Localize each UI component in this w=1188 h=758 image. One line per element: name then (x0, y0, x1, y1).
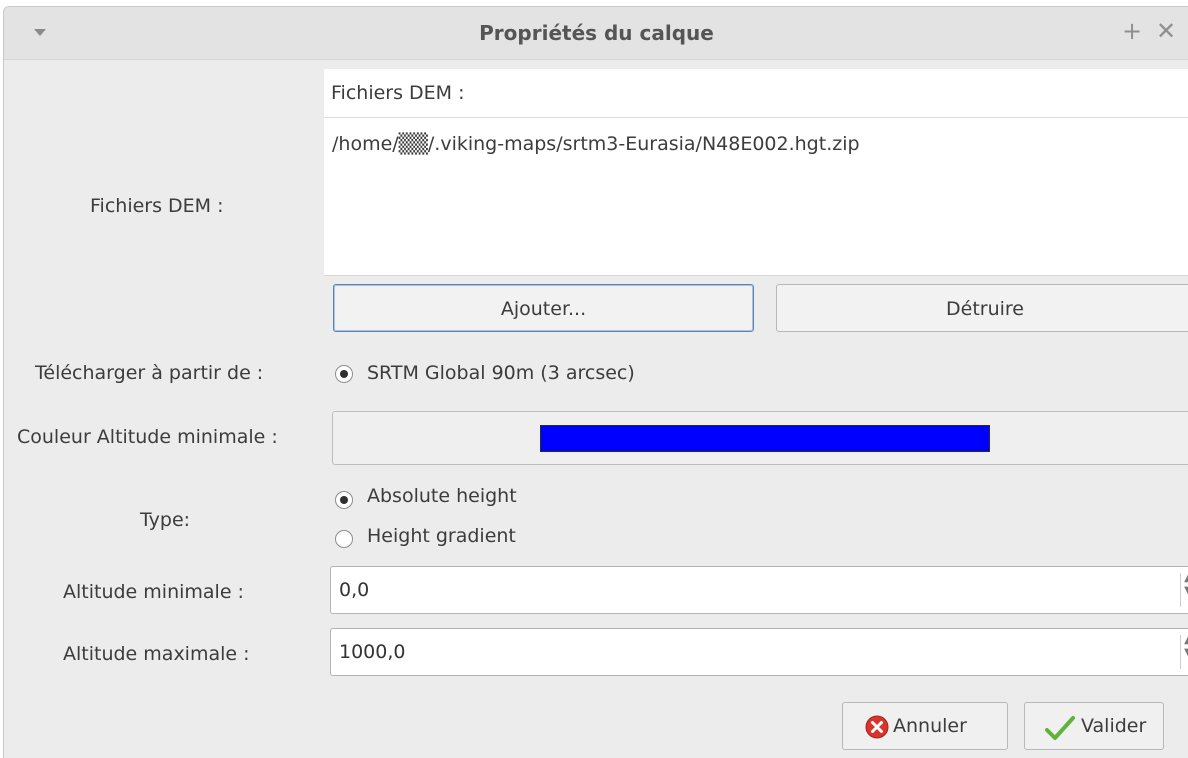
srtm-option-label[interactable]: SRTM Global 90m (3 arcsec) (367, 362, 635, 384)
dem-list-header[interactable]: Fichiers DEM : (324, 69, 1188, 118)
title-bar: Propriétés du calque + ✕ (4, 7, 1188, 60)
color-swatch (540, 425, 990, 452)
alt-max-input[interactable] (339, 629, 1159, 675)
alt-max-label: Altitude maximale : (63, 643, 250, 665)
alt-min-input[interactable] (339, 567, 1159, 613)
min-color-label: Couleur Altitude minimale : (17, 426, 278, 448)
close-icon[interactable]: ✕ (1156, 19, 1176, 43)
delete-button[interactable]: Détruire (776, 284, 1188, 332)
dem-list-item[interactable]: /home/▒▒/.viking-maps/srtm3-Eurasia/N48E… (332, 133, 860, 155)
dem-list-header-label: Fichiers DEM : (331, 82, 465, 104)
height-gradient-label[interactable]: Height gradient (367, 525, 516, 547)
cancel-label: Annuler (893, 715, 967, 737)
alt-min-spinbutton[interactable]: ▲▼ (330, 566, 1188, 614)
dialog-title: Propriétés du calque (479, 21, 714, 45)
dem-file-path: /home/▒▒/.viking-maps/srtm3-Eurasia/N48E… (332, 133, 860, 155)
cancel-icon (865, 715, 889, 739)
height-gradient-radio[interactable] (335, 530, 353, 548)
min-color-button[interactable] (332, 411, 1188, 465)
pin-icon[interactable]: + (1122, 19, 1142, 43)
ok-label: Valider (1081, 715, 1147, 737)
alt-min-stepper-icon[interactable]: ▲▼ (1180, 573, 1188, 607)
srtm-radio[interactable] (335, 365, 353, 383)
absolute-height-radio[interactable] (335, 491, 353, 509)
dem-files-list[interactable]: Fichiers DEM : /home/▒▒/.viking-maps/srt… (324, 69, 1188, 276)
type-label: Type: (140, 509, 191, 531)
alt-min-label: Altitude minimale : (63, 581, 244, 603)
download-from-label: Télécharger à partir de : (35, 362, 264, 384)
absolute-height-label[interactable]: Absolute height (367, 485, 517, 507)
cancel-button[interactable]: Annuler (842, 702, 1008, 750)
add-button[interactable]: Ajouter... (333, 284, 754, 332)
ok-button[interactable]: Valider (1024, 702, 1164, 750)
dem-files-label: Fichiers DEM : (90, 195, 224, 217)
alt-max-spinbutton[interactable]: ▲▼ (330, 628, 1188, 676)
layer-properties-dialog: Propriétés du calque + ✕ Fichiers DEM : … (3, 6, 1188, 758)
checkmark-icon (1045, 716, 1075, 740)
alt-max-stepper-icon[interactable]: ▲▼ (1180, 635, 1188, 669)
